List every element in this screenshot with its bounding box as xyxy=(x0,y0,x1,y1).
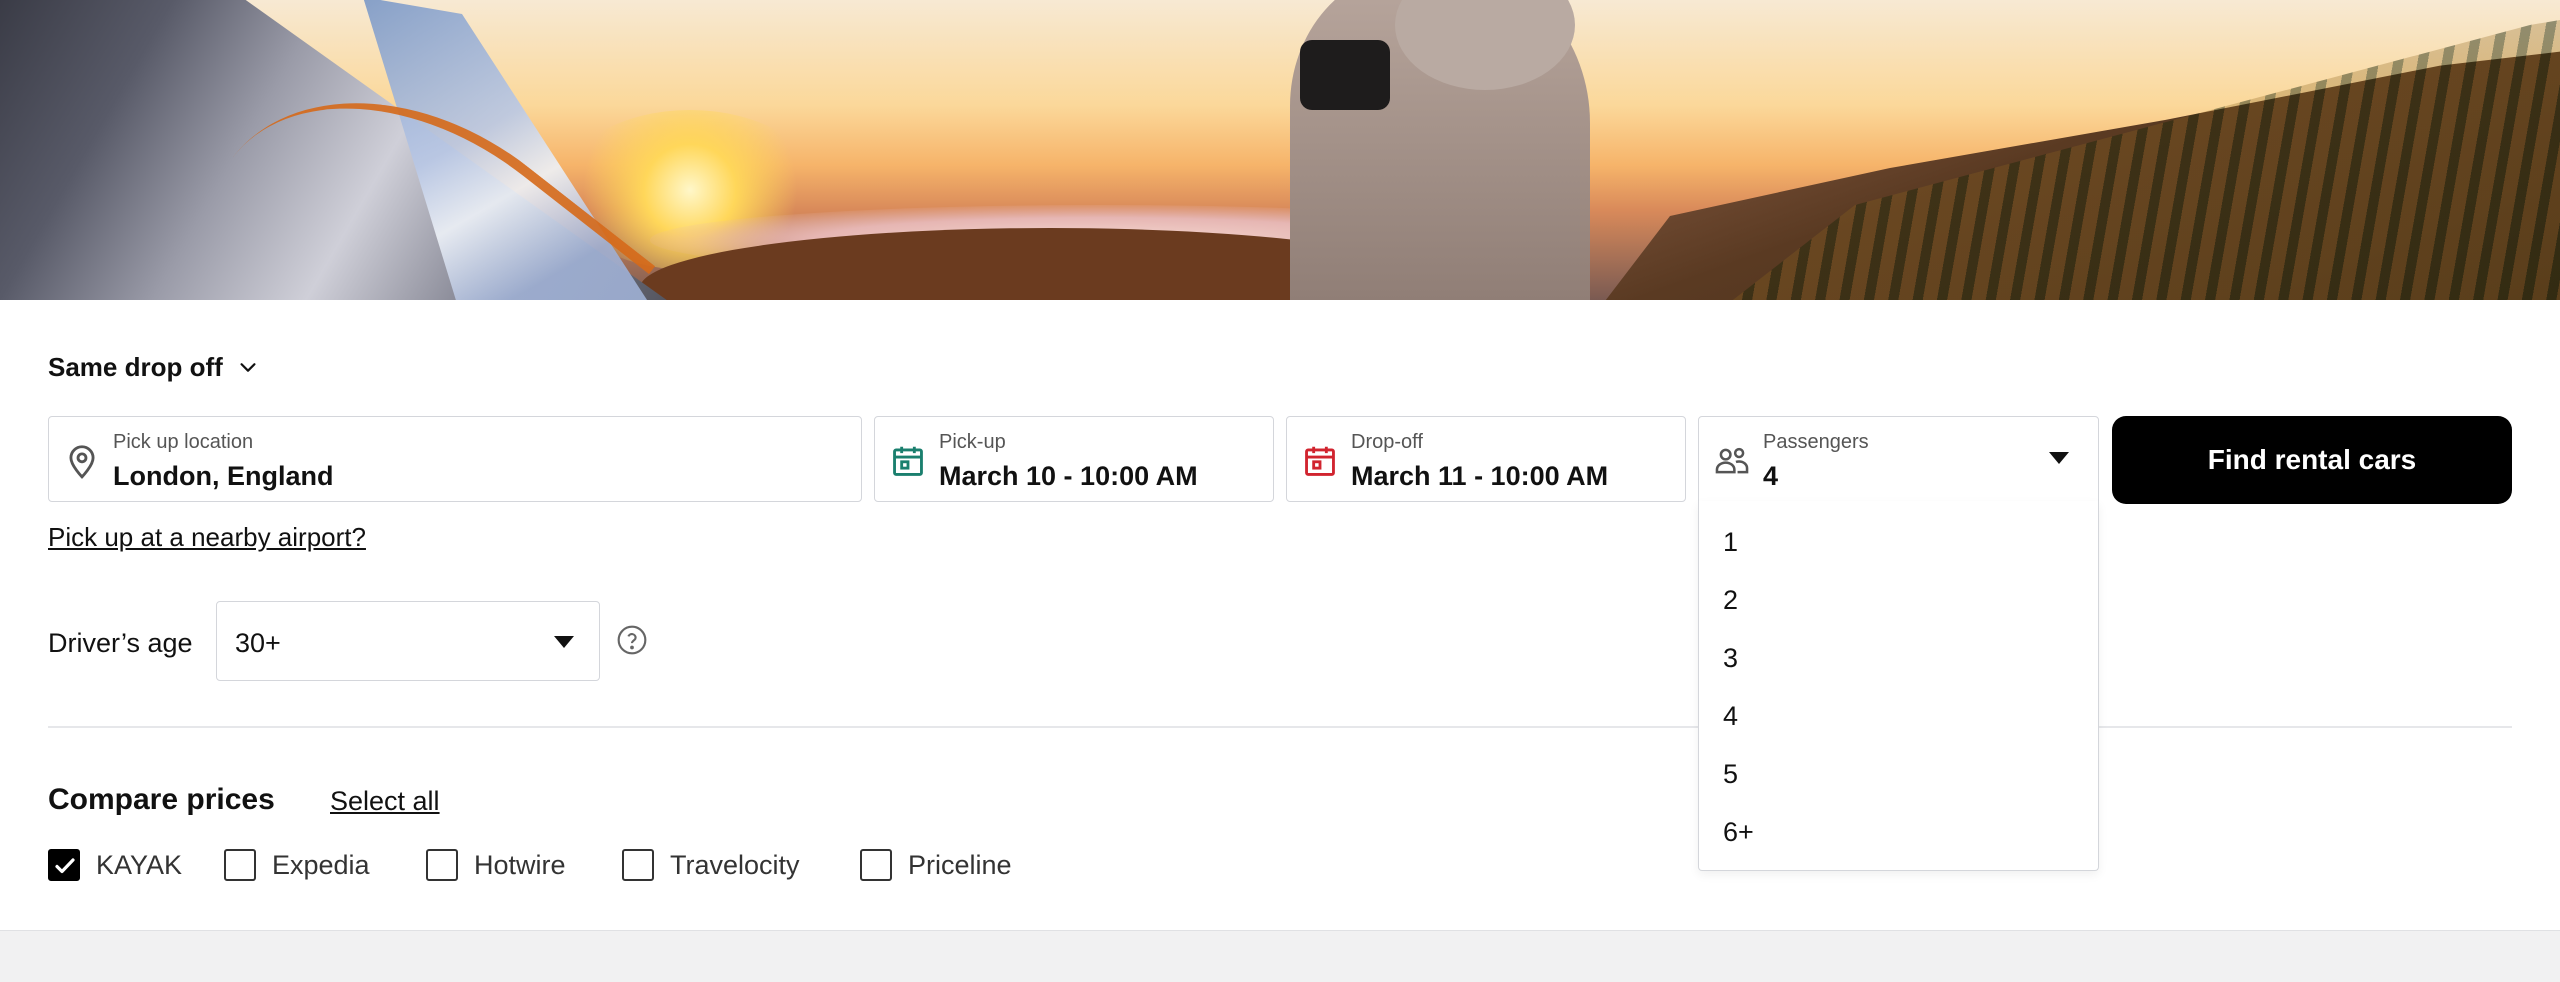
provider-checkbox-hotwire[interactable]: Hotwire xyxy=(426,846,566,884)
pickup-date-field[interactable]: Pick-up March 10 - 10:00 AM xyxy=(874,416,1274,502)
dropoff-date-label: Drop-off xyxy=(1351,431,1423,453)
pickup-location-value: London, England xyxy=(113,461,334,491)
provider-label: Travelocity xyxy=(670,849,800,880)
caret-down-icon xyxy=(554,636,574,648)
pickup-date-value: March 10 - 10:00 AM xyxy=(939,461,1198,491)
find-rental-cars-button[interactable]: Find rental cars xyxy=(2112,416,2512,504)
hero-camera xyxy=(1300,40,1390,110)
pickup-date-label: Pick-up xyxy=(939,431,1006,453)
checkbox[interactable] xyxy=(622,849,654,881)
provider-label: Hotwire xyxy=(474,849,566,880)
check-icon xyxy=(55,858,75,874)
passenger-option-5[interactable]: 5 xyxy=(1699,745,2098,803)
checkbox[interactable] xyxy=(426,849,458,881)
dropoff-selector-label: Same drop off xyxy=(48,351,223,382)
checkbox[interactable] xyxy=(224,849,256,881)
dropoff-date-value: March 11 - 10:00 AM xyxy=(1351,461,1609,491)
chevron-down-icon xyxy=(240,363,256,372)
passengers-options: 1 2 3 4 5 6+ xyxy=(1699,501,2098,861)
provider-checkbox-travelocity[interactable]: Travelocity xyxy=(622,846,800,884)
select-all-link[interactable]: Select all xyxy=(330,786,440,817)
nearby-airport-link[interactable]: Pick up at a nearby airport? xyxy=(48,522,366,553)
passenger-option-1[interactable]: 1 xyxy=(1699,513,2098,571)
hero-trees xyxy=(1720,10,2560,300)
pickup-location-label: Pick up location xyxy=(113,431,254,453)
provider-label: KAYAK xyxy=(96,849,183,880)
checkbox[interactable] xyxy=(48,849,80,881)
passenger-option-2[interactable]: 2 xyxy=(1699,571,2098,629)
passenger-option-3[interactable]: 3 xyxy=(1699,629,2098,687)
passenger-option-6plus[interactable]: 6+ xyxy=(1699,803,2098,861)
passenger-option-4[interactable]: 4 xyxy=(1699,687,2098,745)
passengers-select[interactable]: Passengers 4 xyxy=(1698,416,2099,502)
dropoff-selector[interactable]: Same drop off xyxy=(48,350,259,384)
compare-prices-title: Compare prices xyxy=(48,783,275,816)
provider-checkbox-kayak[interactable]: KAYAK xyxy=(48,846,182,884)
pickup-location-field[interactable]: Pick up location London, England xyxy=(48,416,862,502)
location-pin-icon xyxy=(69,445,95,479)
section-divider xyxy=(48,726,2512,728)
driver-age-label: Driver’s age xyxy=(48,628,193,658)
people-icon xyxy=(1715,447,1749,474)
hero-banner xyxy=(0,0,2560,300)
provider-checkbox-priceline[interactable]: Priceline xyxy=(860,846,1012,884)
passengers-value: 4 xyxy=(1763,461,1779,491)
passengers-dropdown: 1 2 3 4 5 6+ xyxy=(1698,501,2099,871)
question-circle-icon[interactable] xyxy=(616,624,648,656)
calendar-icon xyxy=(1305,446,1335,476)
provider-label: Priceline xyxy=(908,849,1012,880)
driver-age-value: 30+ xyxy=(235,628,281,658)
checkbox[interactable] xyxy=(860,849,892,881)
calendar-icon xyxy=(893,446,923,476)
driver-age-select[interactable]: 30+ xyxy=(216,601,600,681)
caret-down-icon xyxy=(2049,452,2069,464)
passengers-label: Passengers xyxy=(1763,431,1869,453)
provider-checkbox-expedia[interactable]: Expedia xyxy=(224,846,370,884)
provider-label: Expedia xyxy=(272,849,370,880)
footer-band xyxy=(0,930,2560,982)
dropoff-date-field[interactable]: Drop-off March 11 - 10:00 AM xyxy=(1286,416,1686,502)
